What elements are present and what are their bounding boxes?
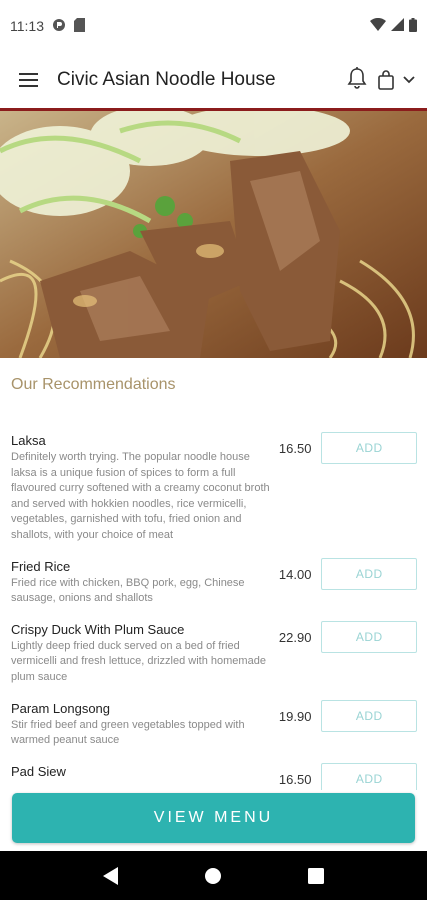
add-button[interactable]: ADD [321, 699, 417, 732]
item-name: Fried Rice [11, 558, 71, 574]
status-time: 11:13 [10, 18, 44, 34]
item-description: Definitely worth trying. The popular noo… [11, 451, 270, 541]
system-nav-bar [0, 851, 427, 900]
app-title: Civic Asian Noodle House [57, 69, 276, 90]
item-price: 16.50 [278, 771, 312, 787]
item-price: 16.50 [278, 441, 312, 456]
wifi-icon [370, 17, 386, 34]
notification-icon [52, 18, 66, 35]
signal-icon [391, 18, 404, 34]
app-bar: Civic Asian Noodle House [0, 52, 427, 108]
add-button[interactable]: ADD [321, 432, 417, 464]
menu-item: Pad Siew 16.50 ADD [0, 762, 427, 790]
home-icon[interactable] [193, 856, 233, 896]
menu-item: Laksa Definitely worth trying. The popul… [0, 432, 427, 544]
menu-item: Crispy Duck With Plum Sauce Lightly deep… [0, 620, 427, 686]
item-name: Pad Siew [11, 763, 66, 779]
chevron-down-icon[interactable] [403, 71, 415, 89]
item-name: Param Longsong [11, 700, 111, 716]
recommendations-list[interactable]: Laksa Definitely worth trying. The popul… [0, 432, 427, 790]
item-name: Laksa [11, 433, 46, 448]
noodle-soup-photo [0, 111, 427, 358]
item-description: Lightly deep fried duck served on a bed … [11, 639, 266, 683]
item-price: 19.90 [278, 708, 312, 724]
item-price: 22.90 [278, 629, 312, 645]
view-menu-button[interactable]: VIEW MENU [12, 793, 415, 843]
back-icon[interactable] [91, 856, 131, 896]
bell-icon[interactable] [347, 66, 367, 94]
add-button[interactable]: ADD [321, 620, 417, 653]
item-description: Stir fried beef and green vegetables top… [11, 718, 245, 747]
menu-item: Param Longsong Stir fried beef and green… [0, 699, 427, 749]
status-bar: 11:13 [0, 0, 427, 52]
sim-card-icon [74, 17, 85, 35]
item-price: 14.00 [278, 566, 312, 582]
item-description: Fried rice with chicken, BBQ pork, egg, … [11, 576, 245, 605]
battery-icon [409, 17, 417, 35]
recommendations-heading: Our Recommendations [11, 376, 176, 393]
add-button[interactable]: ADD [321, 762, 417, 790]
menu-item: Fried Rice Fried rice with chicken, BBQ … [0, 557, 427, 607]
recents-icon[interactable] [296, 856, 336, 896]
add-button[interactable]: ADD [321, 557, 417, 590]
hamburger-menu-icon[interactable] [0, 52, 56, 108]
shopping-bag-icon[interactable] [377, 70, 415, 90]
item-name: Crispy Duck With Plum Sauce [11, 621, 185, 637]
